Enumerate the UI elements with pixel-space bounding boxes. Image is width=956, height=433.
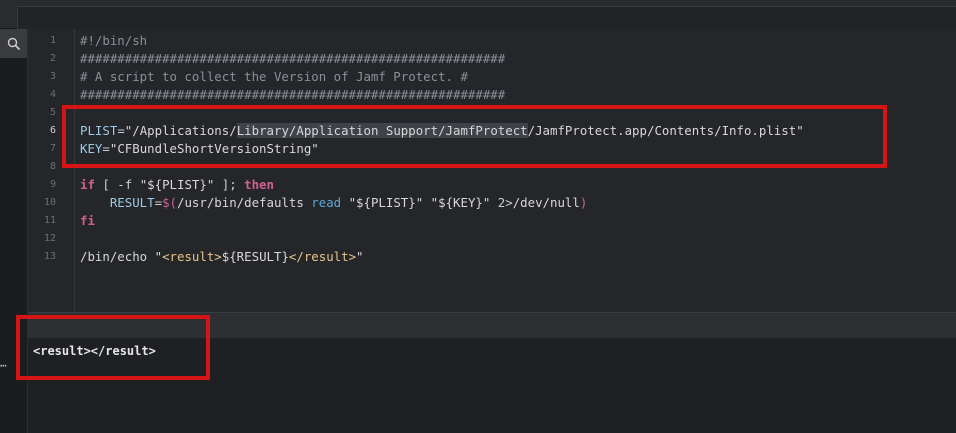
top-toolbar <box>0 0 956 29</box>
variable-name: RESULT <box>109 195 155 210</box>
code-line-key: KEY="CFBundleShortVersionString" <box>80 140 319 158</box>
command-path: /usr/bin/defaults <box>177 195 312 210</box>
tab-strip[interactable] <box>17 6 956 29</box>
line-number: 8 <box>49 161 56 172</box>
search-button[interactable] <box>0 29 27 58</box>
line-number: 4 <box>49 89 56 100</box>
condition-text: [ -f <box>94 177 140 192</box>
quote: " <box>154 249 163 264</box>
output-text: <result></result> <box>33 344 156 358</box>
code-line-comment: ########################################… <box>80 87 506 102</box>
redirect: 2> <box>490 195 513 210</box>
variable-name: KEY <box>80 141 103 156</box>
code-line-fi: fi <box>80 213 95 228</box>
code-line-result: RESULT=$(/usr/bin/defaults read "${PLIST… <box>80 194 587 212</box>
code-line-shebang: #!/bin/sh <box>80 33 148 48</box>
more-options-glyph[interactable]: ⋯ <box>0 360 7 371</box>
selected-text: Library/Application Support/JamfProtect <box>236 123 528 138</box>
line-number: 5 <box>49 107 56 118</box>
keyword-if: if <box>80 177 95 192</box>
search-icon <box>7 37 20 50</box>
quote: " <box>796 123 804 138</box>
side-rail: ⋯ <box>0 29 28 433</box>
command-path: /bin/echo <box>80 249 155 264</box>
code-line-comment: ########################################… <box>80 51 506 66</box>
argument: "${KEY}" <box>423 195 491 210</box>
code-line-plist: PLIST= " /Applications/Library/Application… <box>80 122 804 140</box>
xml-tag: <result> <box>162 249 222 264</box>
output-pane: <result></result> <box>28 338 956 433</box>
xml-tag: </result> <box>288 249 357 264</box>
line-number: 10 <box>43 197 56 208</box>
variable-reference: ${RESULT} <box>221 249 289 264</box>
assign-operator: = <box>117 123 125 138</box>
line-number-gutter: 1 2 3 4 5 6 7 8 9 10 11 12 13 <box>28 29 75 312</box>
quote: " <box>356 249 364 264</box>
script-editor[interactable]: 1 2 3 4 5 6 7 8 9 10 11 12 13 #!/bin/sh … <box>28 29 956 312</box>
pane-splitter[interactable] <box>28 312 956 339</box>
line-number: 7 <box>49 143 56 154</box>
string-literal: "CFBundleShortVersionString" <box>109 141 319 156</box>
path-text: /JamfProtect.app/Contents/Info.plist <box>527 123 797 138</box>
argument: "${PLIST}" <box>341 195 424 210</box>
line-number: 2 <box>49 53 56 64</box>
line-number: 11 <box>43 215 56 226</box>
builtin-read: read <box>311 195 342 210</box>
line-number: 1 <box>49 35 56 46</box>
dev-null-path: /dev/null <box>512 195 580 210</box>
code-line-echo: /bin/echo "<result>${RESULT}</result>" <box>80 248 364 266</box>
string-literal: "${PLIST}" <box>139 177 215 192</box>
line-number: 3 <box>49 71 56 82</box>
assign-operator: = <box>102 141 110 156</box>
variable-name: PLIST <box>80 123 118 138</box>
line-number: 9 <box>49 179 56 190</box>
path-text: /Applications/ <box>132 123 237 138</box>
line-number: 12 <box>43 233 56 244</box>
keyword-then: then <box>244 177 274 192</box>
line-number-active: 6 <box>49 125 56 136</box>
code-line-comment: # A script to collect the Version of Jam… <box>80 69 468 84</box>
line-number: 13 <box>43 251 56 262</box>
condition-text: ]; <box>214 177 245 192</box>
close-paren: ) <box>579 195 588 210</box>
code-line-if: if [ -f "${PLIST}" ]; then <box>80 176 274 194</box>
assign-operator: = <box>154 195 163 210</box>
command-substitution: $( <box>162 195 177 210</box>
